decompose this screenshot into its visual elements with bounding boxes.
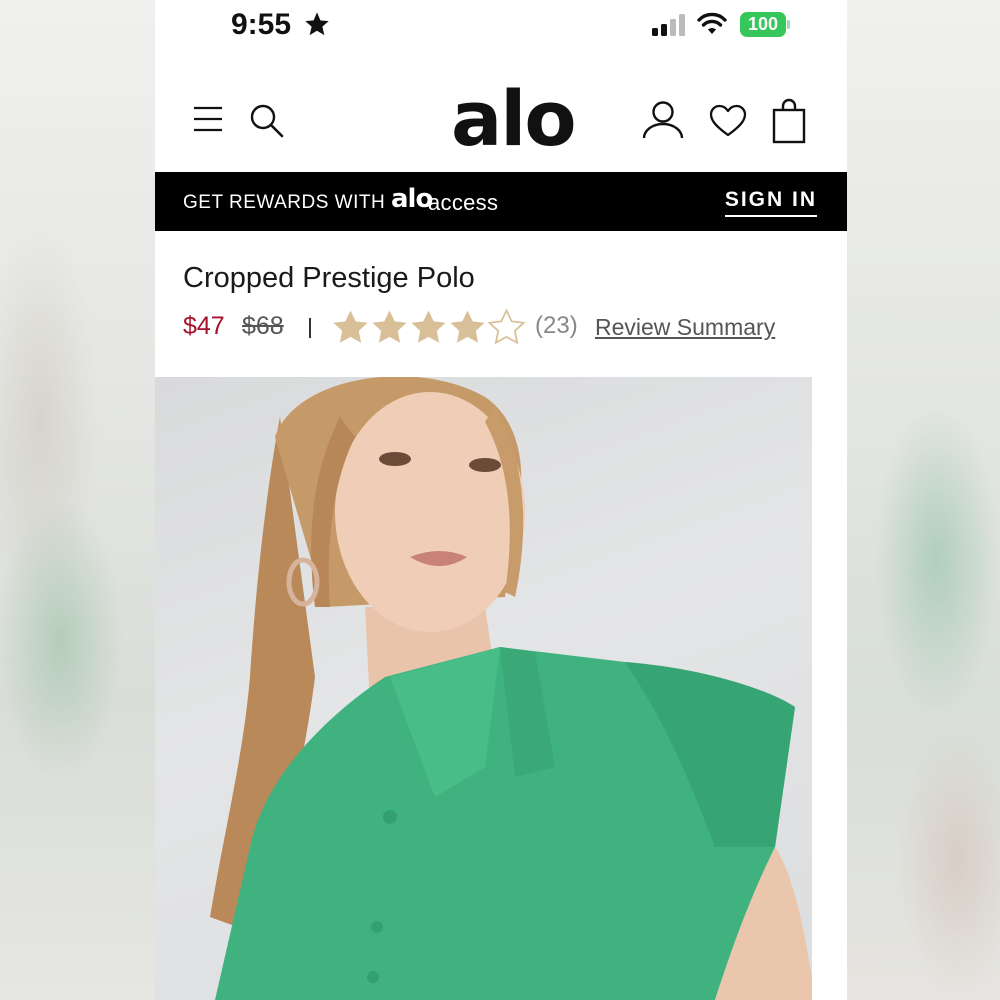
- phone-screen: 9:55 100 alo GET REWARDS WITH alo access…: [155, 0, 847, 1000]
- status-time: 9:55: [231, 8, 292, 41]
- product-photo-illustration: [210, 377, 812, 1000]
- rewards-banner: GET REWARDS WITH alo access SIGN IN: [155, 172, 847, 231]
- sale-price: $47: [183, 312, 225, 340]
- star-filled-icon: [333, 310, 368, 343]
- divider: [309, 318, 311, 338]
- star-empty-icon: [487, 308, 526, 345]
- star-filled-icon: [411, 310, 446, 343]
- sign-in-link[interactable]: SIGN IN: [724, 188, 817, 217]
- heart-icon[interactable]: [709, 104, 747, 138]
- battery-indicator: 100: [740, 12, 786, 37]
- search-icon[interactable]: [249, 103, 285, 139]
- review-count: (23): [535, 312, 578, 339]
- rating-stars[interactable]: [331, 308, 526, 348]
- product-image[interactable]: [155, 377, 812, 1000]
- background-blur-right: [847, 0, 1000, 1000]
- menu-icon[interactable]: [193, 106, 223, 132]
- product-title: Cropped Prestige Polo: [183, 262, 475, 294]
- account-icon[interactable]: [642, 100, 684, 140]
- alo-access-logo-suffix: access: [428, 190, 499, 215]
- star-filled-icon: [372, 310, 407, 343]
- review-summary-link[interactable]: Review Summary: [595, 314, 775, 341]
- original-price: $68: [242, 312, 284, 340]
- rewards-text: GET REWARDS WITH: [183, 192, 386, 213]
- shopping-bag-icon[interactable]: [772, 98, 806, 144]
- location-star-icon: [305, 12, 329, 36]
- brand-logo[interactable]: alo: [451, 74, 577, 163]
- wifi-icon: [697, 12, 727, 34]
- alo-access-logo-word: alo: [391, 184, 433, 214]
- background-blur-left: [0, 0, 155, 1000]
- star-filled-icon: [450, 310, 485, 343]
- battery-tip: [787, 20, 790, 29]
- cellular-signal-icon: [652, 14, 685, 36]
